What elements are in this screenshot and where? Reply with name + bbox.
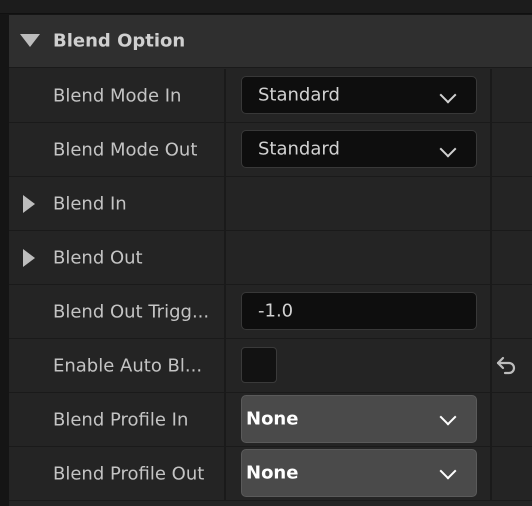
undo-arrow-icon[interactable]: [494, 353, 518, 377]
dropdown-value: None: [246, 462, 299, 484]
property-label: Blend Out: [53, 247, 143, 268]
input-value: -1.0: [258, 300, 294, 322]
property-row-blend-mode-out: Blend Mode Out Standard: [9, 123, 532, 177]
column-divider: [490, 339, 492, 392]
blend-profile-in-dropdown[interactable]: None: [241, 395, 477, 443]
property-label: Blend In: [53, 193, 127, 214]
blend-profile-out-dropdown[interactable]: None: [241, 449, 477, 497]
blend-out-trigger-input[interactable]: -1.0: [241, 292, 477, 330]
property-label: Enable Auto Bl...: [53, 355, 203, 376]
chevron-down-icon: [439, 408, 457, 426]
dropdown-value: None: [246, 408, 299, 430]
column-divider: [490, 393, 492, 446]
property-label: Blend Mode In: [53, 85, 182, 106]
section-header-blend-option[interactable]: Blend Option: [9, 15, 532, 68]
column-divider: [224, 285, 226, 338]
column-divider: [490, 69, 492, 122]
property-row-blend-out-trigger: Blend Out Trigg... -1.0: [9, 285, 532, 339]
column-divider: [224, 447, 226, 500]
property-row-blend-in[interactable]: Blend In: [9, 177, 532, 231]
dropdown-value: Standard: [258, 84, 340, 106]
column-divider: [490, 231, 492, 284]
column-divider: [490, 447, 492, 500]
triangle-down-icon[interactable]: [20, 34, 40, 48]
property-row-blend-mode-in: Blend Mode In Standard: [9, 69, 532, 123]
chevron-down-icon: [439, 462, 457, 480]
column-divider: [224, 339, 226, 392]
column-divider: [224, 393, 226, 446]
chevron-down-icon: [439, 140, 457, 158]
column-divider: [224, 177, 226, 230]
property-label: Blend Mode Out: [53, 139, 198, 160]
blend-mode-out-dropdown[interactable]: Standard: [241, 130, 477, 168]
column-divider: [224, 69, 226, 122]
chevron-down-icon: [439, 86, 457, 104]
enable-auto-blend-checkbox[interactable]: [241, 347, 277, 383]
column-divider: [490, 123, 492, 176]
dropdown-value: Standard: [258, 138, 340, 160]
column-divider: [224, 123, 226, 176]
property-label: Blend Profile In: [53, 409, 189, 430]
column-divider: [224, 231, 226, 284]
section-title: Blend Option: [53, 30, 186, 52]
triangle-right-icon[interactable]: [23, 248, 35, 267]
property-row-blend-profile-out: Blend Profile Out None: [9, 447, 532, 501]
property-label: Blend Out Trigg...: [53, 301, 210, 322]
property-row-enable-auto-blend: Enable Auto Bl...: [9, 339, 532, 393]
property-row-blend-out[interactable]: Blend Out: [9, 231, 532, 285]
column-divider: [490, 285, 492, 338]
blend-mode-in-dropdown[interactable]: Standard: [241, 76, 477, 114]
triangle-right-icon[interactable]: [23, 194, 35, 213]
property-label: Blend Profile Out: [53, 463, 205, 484]
property-row-blend-profile-in: Blend Profile In None: [9, 393, 532, 447]
top-strip: [0, 0, 532, 14]
column-divider: [490, 177, 492, 230]
